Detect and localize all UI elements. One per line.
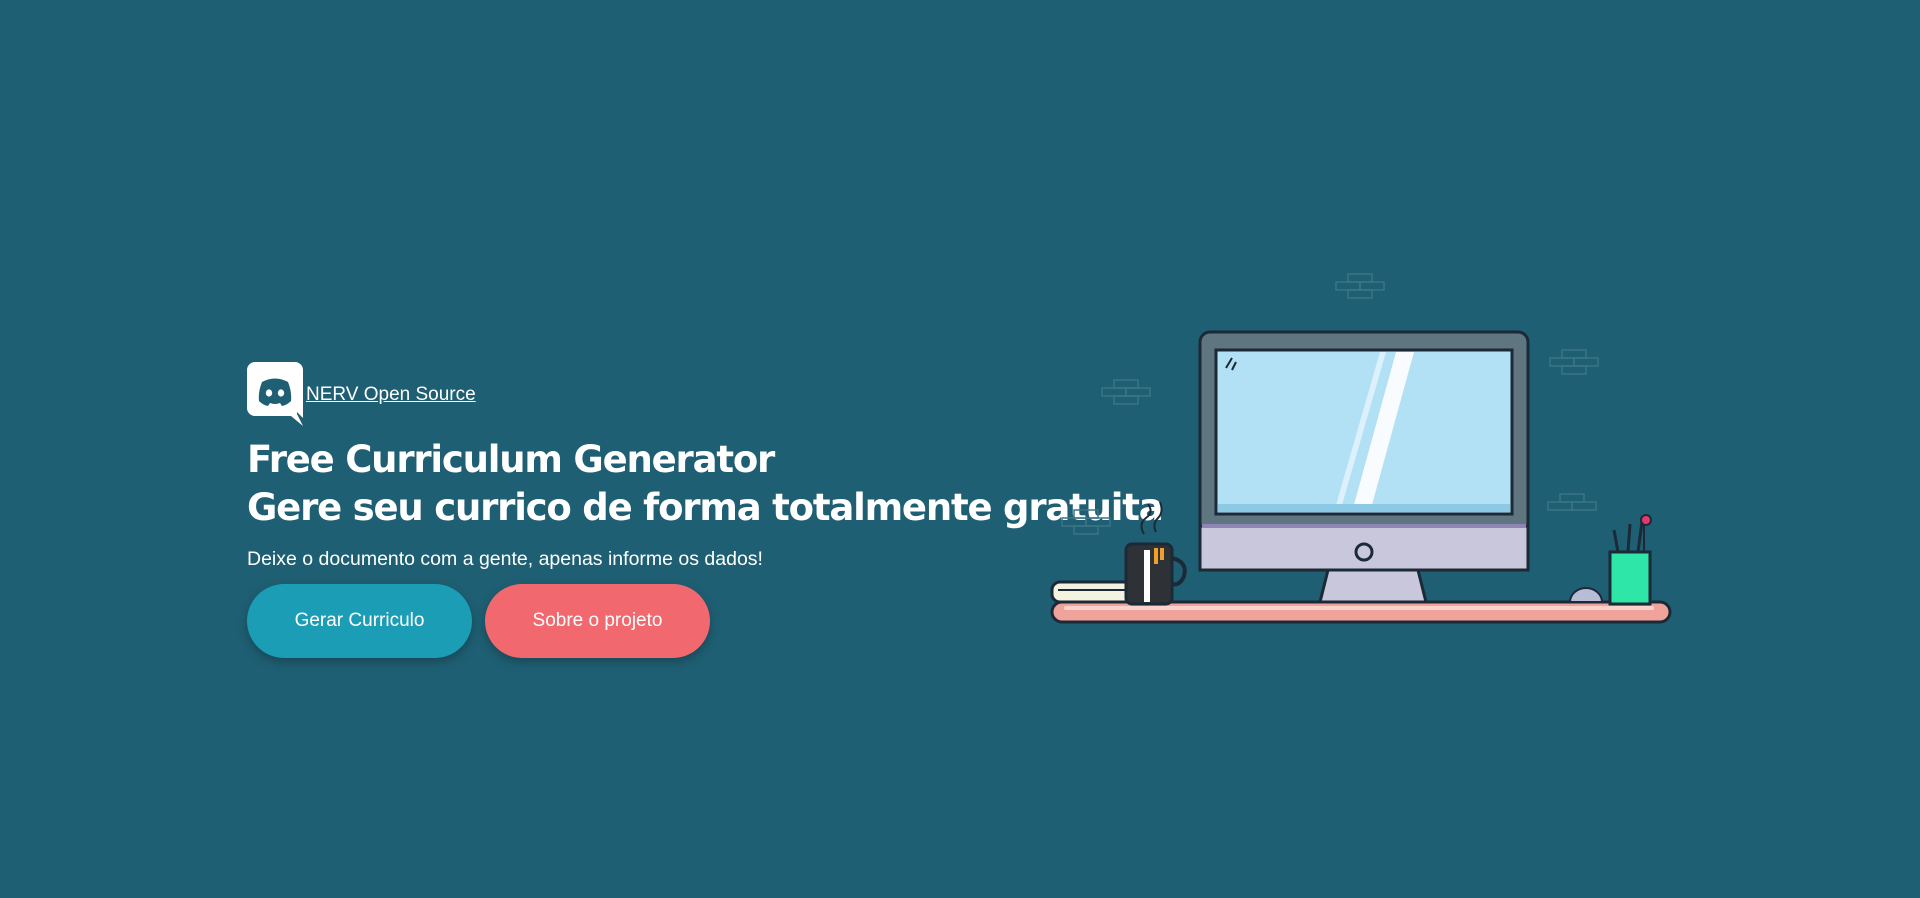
desk-computer-illustration — [1050, 273, 1672, 624]
page-title: Free Curriculum Generator Gere seu curri… — [247, 436, 1164, 532]
title-line-1: Free Curriculum Generator — [247, 438, 775, 481]
brand-link[interactable]: NERV Open Source — [306, 384, 476, 406]
pencil-cup-shape — [1608, 550, 1652, 606]
brand-row: NERV Open Source — [247, 360, 1067, 426]
hero-section: NERV Open Source Free Curriculum Generat… — [0, 0, 1920, 898]
mouse-shape — [1568, 587, 1604, 603]
books-shape — [1050, 580, 1134, 604]
monitor-stand — [1318, 568, 1428, 604]
title-line-2: Gere seu currico de forma totalmente gra… — [247, 486, 1164, 529]
about-project-button[interactable]: Sobre o projeto — [485, 584, 710, 658]
hero-subtitle: Deixe o documento com a gente, apenas in… — [247, 548, 763, 570]
discord-icon[interactable] — [247, 362, 303, 426]
generate-resume-button[interactable]: Gerar Curriculo — [247, 584, 472, 658]
hero-content: NERV Open Source Free Curriculum Generat… — [247, 360, 1164, 658]
cta-buttons: Gerar Curriculo Sobre o projeto — [247, 584, 1067, 658]
